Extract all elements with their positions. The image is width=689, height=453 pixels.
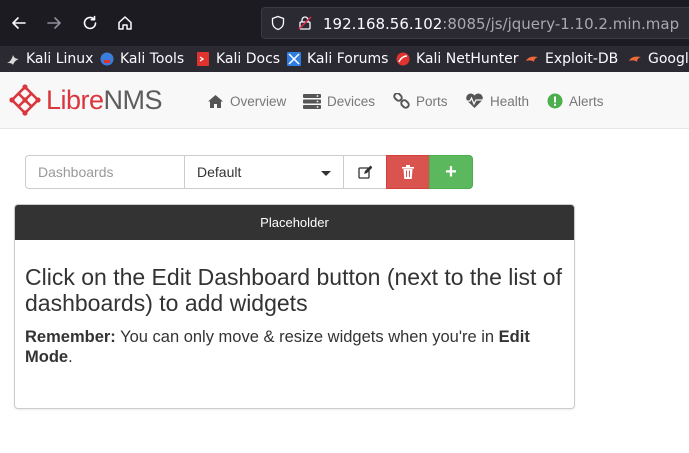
kali-forums-icon xyxy=(287,52,301,66)
plus-icon: + xyxy=(445,160,457,183)
remember-label: Remember: xyxy=(25,328,116,346)
kali-docs-icon xyxy=(196,52,210,66)
forward-icon[interactable] xyxy=(40,9,68,37)
nav-label: Alerts xyxy=(569,93,604,109)
google-hacking-icon xyxy=(628,52,642,66)
bookmark-kali-forums[interactable]: Kali Forums xyxy=(287,50,388,68)
nav-label: Ports xyxy=(416,93,448,109)
link-icon xyxy=(393,93,410,109)
kali-tools-icon xyxy=(100,52,114,66)
nav-health[interactable]: Health xyxy=(465,92,529,110)
widget-body: Click on the Edit Dashboard button (next… xyxy=(15,240,574,367)
dashboards-input[interactable]: Dashboards xyxy=(25,155,185,189)
nav-label: Health xyxy=(490,93,530,109)
remember-period: . xyxy=(68,348,73,366)
trash-icon xyxy=(402,165,414,179)
bookmark-label: Exploit-DB xyxy=(545,51,619,67)
widget-header[interactable]: Placeholder xyxy=(15,205,574,240)
nav-label: Overview xyxy=(230,93,287,109)
bookmark-kali-tools[interactable]: Kali Tools xyxy=(100,50,184,68)
bookmarks-bar: Kali Linux Kali Tools Kali Docs Kali For… xyxy=(0,46,689,72)
edit-icon xyxy=(358,165,372,179)
insecure-lock-icon[interactable] xyxy=(297,15,313,36)
bookmark-google-hacking-db[interactable]: Googl xyxy=(628,50,689,68)
browser-toolbar: 192.168.56.102:8085/js/jquery-1.10.2.min… xyxy=(0,0,689,46)
nav-overview[interactable]: Overview xyxy=(207,92,286,110)
librenms-logo-icon xyxy=(9,84,41,116)
placeholder-widget: Placeholder Click on the Edit Dashboard … xyxy=(14,204,575,409)
home-icon[interactable] xyxy=(111,9,139,37)
dashboards-placeholder: Dashboards xyxy=(38,164,114,180)
logo-nms: NMS xyxy=(103,84,163,115)
home-icon xyxy=(208,94,223,108)
reload-icon[interactable] xyxy=(76,9,104,37)
heartbeat-icon xyxy=(466,93,483,108)
exploit-db-icon xyxy=(525,52,539,66)
bookmark-kali-docs[interactable]: Kali Docs xyxy=(196,50,280,68)
remember-text: You can only move & resize widgets when … xyxy=(115,328,499,346)
bookmark-label: Googl xyxy=(648,51,689,67)
edit-dashboard-button[interactable] xyxy=(343,155,387,189)
server-icon xyxy=(303,93,321,109)
nav-alerts[interactable]: Alerts xyxy=(547,92,604,110)
widget-title: Placeholder xyxy=(260,215,329,230)
logo-text: LibreNMS xyxy=(46,84,163,116)
url-bar[interactable]: 192.168.56.102:8085/js/jquery-1.10.2.min… xyxy=(261,7,689,39)
bookmark-exploit-db[interactable]: Exploit-DB xyxy=(525,50,618,68)
back-icon[interactable] xyxy=(5,9,33,37)
nethunter-icon xyxy=(396,52,410,66)
bookmark-label: Kali Docs xyxy=(216,51,281,67)
add-dashboard-button[interactable]: + xyxy=(429,155,473,189)
bookmark-label: Kali Forums xyxy=(307,51,389,67)
bookmark-kali-linux[interactable]: Kali Linux xyxy=(6,50,93,68)
url-text[interactable]: 192.168.56.102:8085/js/jquery-1.10.2.min… xyxy=(323,15,679,33)
dashboard-selected-value: Default xyxy=(197,164,242,180)
url-path: :8085/js/jquery-1.10.2.min.map xyxy=(442,15,680,33)
nav-label: Devices xyxy=(327,93,376,109)
dashboard-select[interactable]: Default xyxy=(184,155,344,189)
delete-dashboard-button[interactable] xyxy=(386,155,430,189)
kali-dragon-icon xyxy=(6,52,20,66)
bookmark-label: Kali Linux xyxy=(26,51,94,67)
widget-heading: Click on the Edit Dashboard button (next… xyxy=(25,264,562,316)
url-host: 192.168.56.102 xyxy=(323,15,443,33)
logo-libre: Libre xyxy=(46,84,104,115)
shield-icon[interactable] xyxy=(270,15,286,36)
librenms-logo[interactable]: LibreNMS xyxy=(9,84,163,116)
bookmark-label: Kali Tools xyxy=(120,51,185,67)
caret-down-icon xyxy=(321,171,331,176)
app-navbar: LibreNMS Overview Devices Ports Health A… xyxy=(0,72,689,129)
exclamation-circle-icon xyxy=(547,93,563,109)
widget-remember-text: Remember: You can only move & resize wid… xyxy=(25,327,564,367)
bookmark-label: Kali NetHunter xyxy=(416,51,519,67)
bookmark-kali-nethunter[interactable]: Kali NetHunter xyxy=(396,50,518,68)
nav-devices[interactable]: Devices xyxy=(303,92,375,110)
nav-ports[interactable]: Ports xyxy=(393,92,448,110)
